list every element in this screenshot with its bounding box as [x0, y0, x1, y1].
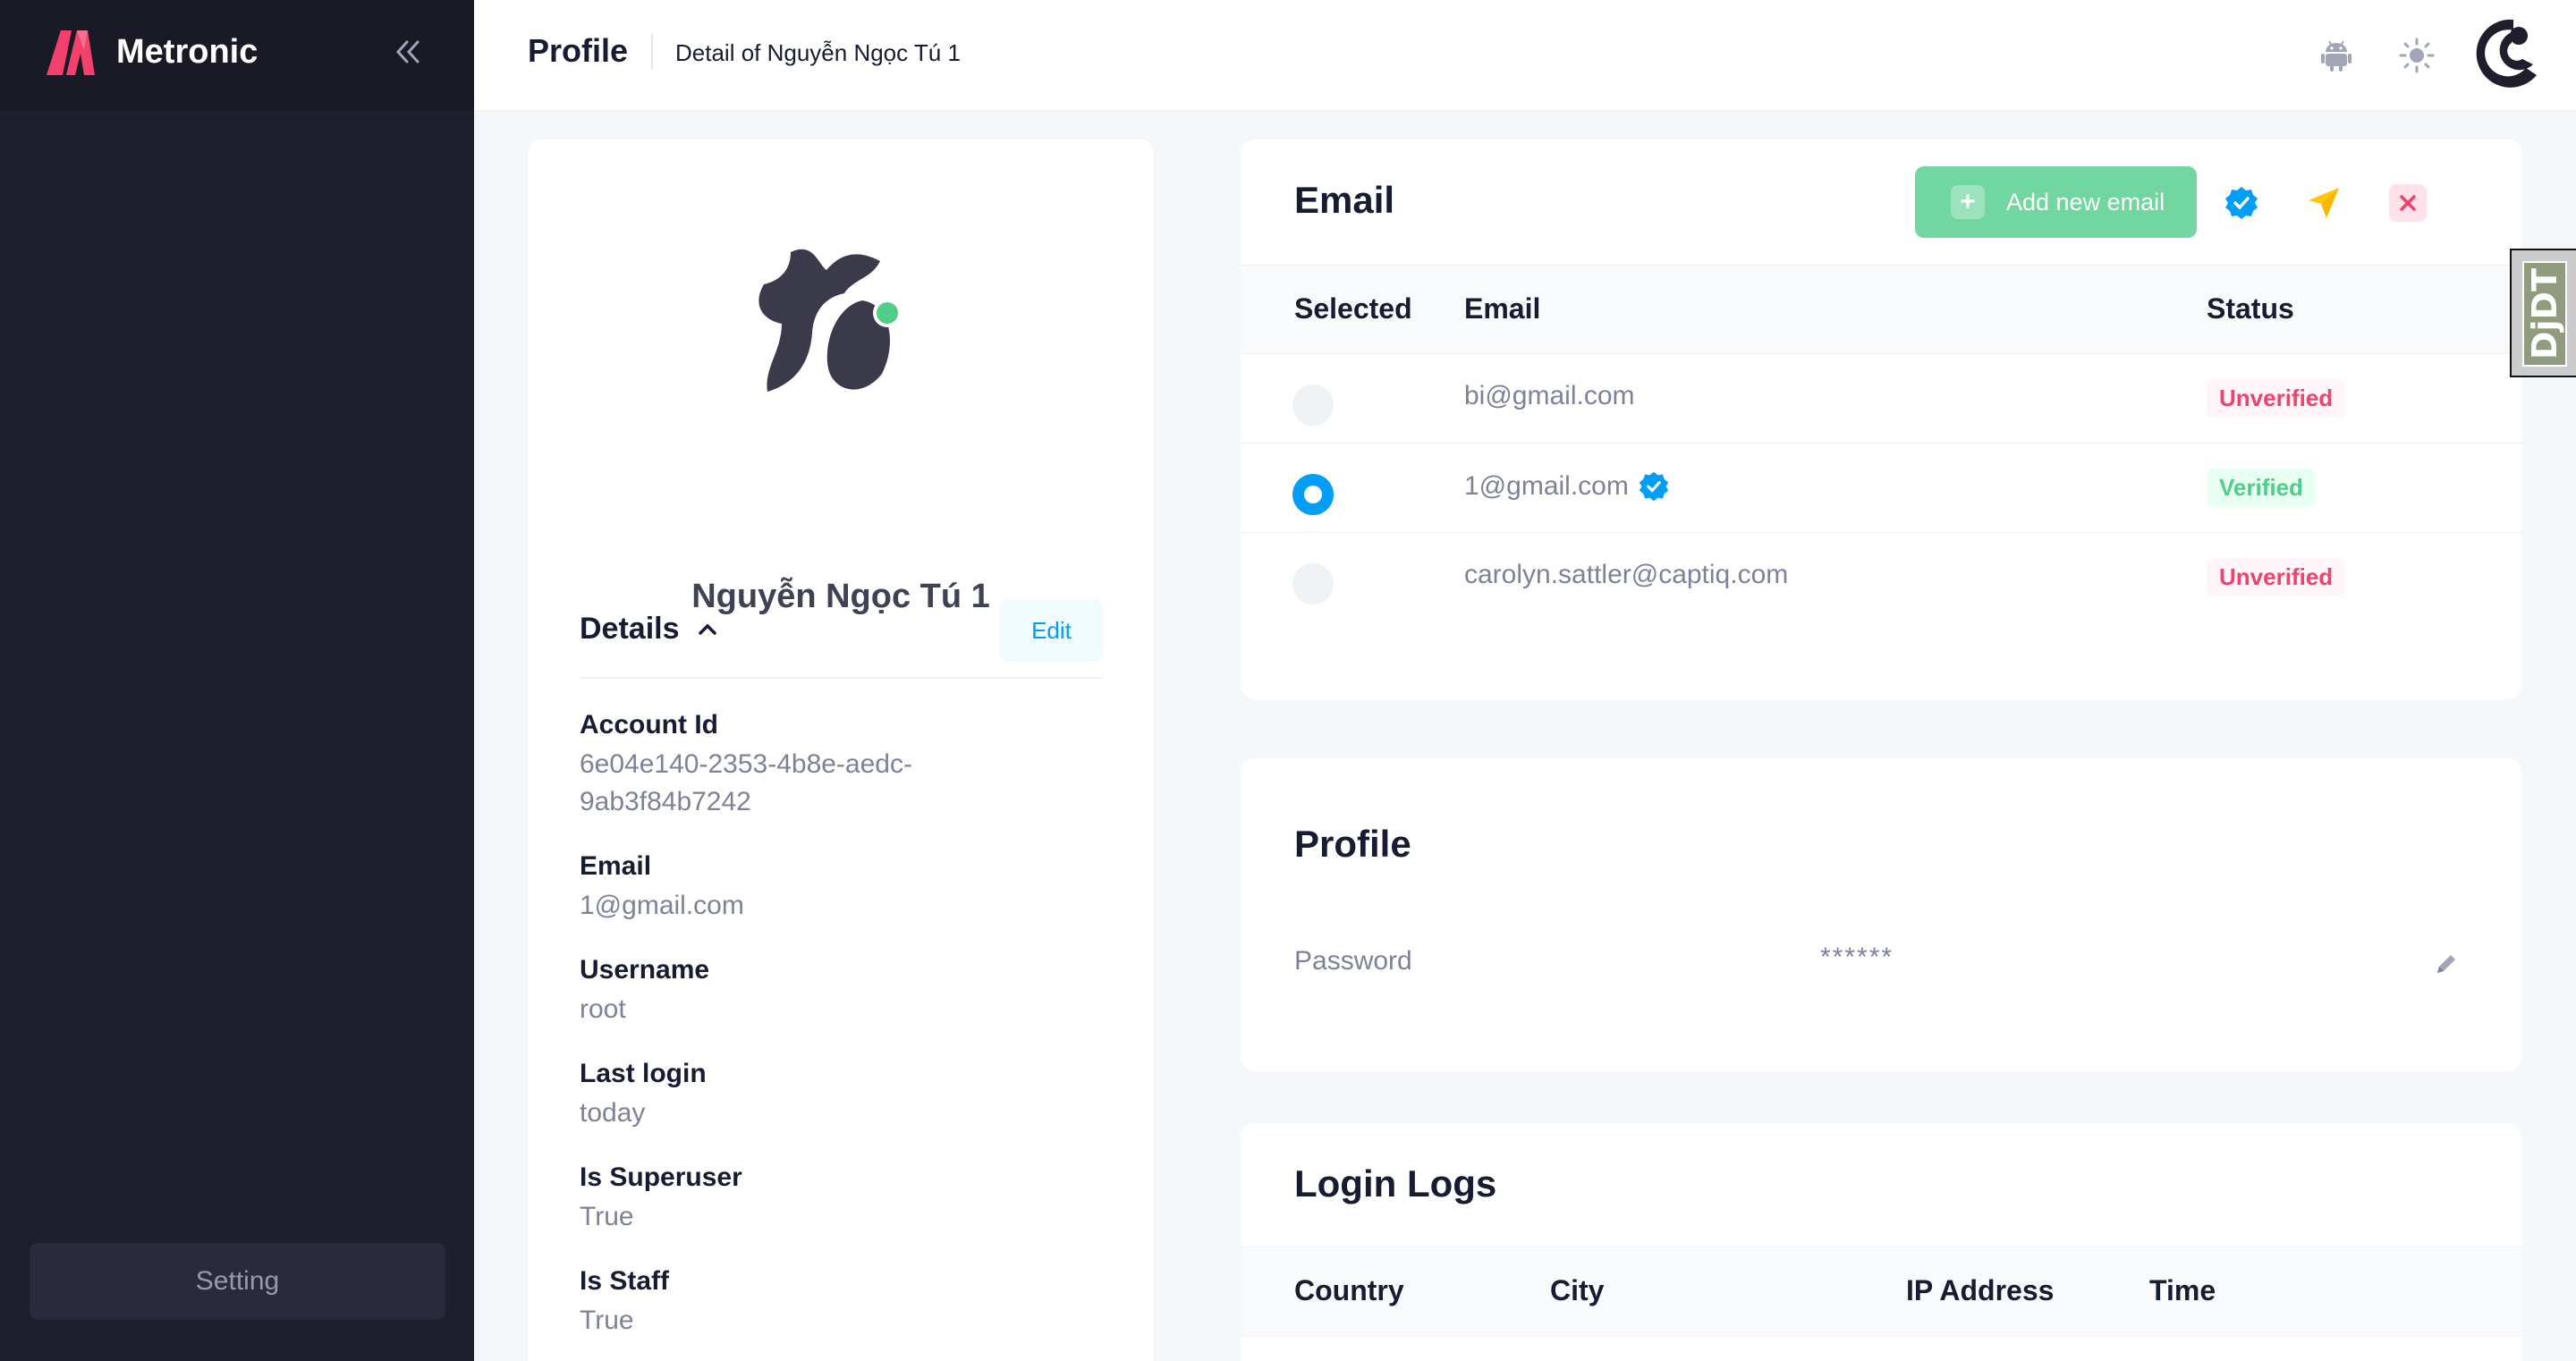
top-header: Profile Detail of Nguyễn Ngọc Tú 1: [474, 0, 2576, 111]
field-value-account-id: 6e04e140-2353-4b8e-aedc-9ab3f84b7242: [580, 749, 912, 816]
password-value: ******: [1820, 943, 1894, 972]
email-address: 1@gmail.com: [1464, 470, 1670, 503]
send-email-button[interactable]: [2305, 184, 2343, 222]
field-label-username: Username: [580, 955, 710, 985]
details-toggle[interactable]: Details: [580, 612, 719, 647]
field-value-last-login: today: [580, 1098, 646, 1128]
edit-password-button[interactable]: [2428, 946, 2464, 982]
column-header-country: Country: [1294, 1274, 1404, 1306]
profile-summary-card: Nguyễn Ngọc Tú 1 Details Edit Account Id…: [528, 139, 1154, 1361]
status-badge: Unverified: [2207, 379, 2346, 418]
field-label-is-superuser: Is Superuser: [580, 1162, 742, 1192]
edit-details-button[interactable]: Edit: [1000, 599, 1103, 662]
double-chevron-left-icon: [395, 40, 419, 63]
field-value-username: root: [580, 994, 626, 1024]
field-label-email: Email: [580, 851, 652, 881]
profile-avatar: [758, 249, 902, 392]
email-table-header: Selected Email Status: [1241, 265, 2521, 354]
email-address: carolyn.sattler@captiq.com: [1464, 560, 1788, 590]
verified-badge-icon: [1639, 471, 1669, 502]
email-address-text: 1@gmail.com: [1464, 471, 1629, 501]
email-address-text: carolyn.sattler@captiq.com: [1464, 560, 1789, 589]
login-logs-table-header: Country City IP Address Time: [1241, 1247, 2521, 1336]
delete-email-button[interactable]: [2389, 184, 2427, 222]
table-row: 1@gmail.com Verified: [1241, 444, 2521, 533]
column-header-status: Status: [2207, 292, 2294, 325]
field-value-email: 1@gmail.com: [580, 891, 744, 920]
sidebar: Metronic Setting: [0, 0, 474, 1361]
field-label-is-staff: Is Staff: [580, 1266, 670, 1296]
field-label-account-id: Account Id: [580, 710, 718, 740]
brand-name: Metronic: [116, 32, 258, 71]
sidebar-collapse-button[interactable]: [390, 34, 426, 70]
user-avatar[interactable]: [2460, 13, 2540, 93]
online-status-dot: [877, 302, 898, 324]
column-header-ip-address: IP Address: [1906, 1274, 2055, 1306]
debug-toolbar-handle[interactable]: DjDT: [2510, 249, 2576, 377]
details-divider: [580, 677, 1103, 679]
status-badge: Unverified: [2207, 558, 2346, 596]
email-card: Email + Add new email Selected Email Sta…: [1241, 139, 2521, 699]
select-email-radio[interactable]: [1292, 563, 1334, 604]
field-value-is-superuser: True: [580, 1202, 634, 1231]
select-email-radio[interactable]: [1292, 474, 1334, 515]
close-icon: [2400, 195, 2416, 211]
setting-button[interactable]: Setting: [30, 1243, 445, 1320]
column-header-email: Email: [1464, 292, 1541, 325]
verified-badge-icon: [2225, 187, 2258, 219]
brand-logo[interactable]: Metronic: [45, 27, 258, 77]
debug-toolbar-label: DjDT: [2525, 267, 2565, 360]
profile-settings-card: Profile Password ******: [1241, 758, 2521, 1071]
chevron-up-icon: [698, 623, 716, 635]
login-logs-title: Login Logs: [1294, 1162, 1497, 1205]
metronic-logo-icon: [47, 30, 95, 75]
password-label: Password: [1294, 946, 1412, 976]
pencil-icon: [2437, 955, 2455, 973]
send-icon: [2309, 188, 2339, 218]
field-value-is-staff: True: [580, 1306, 634, 1335]
email-address: bi@gmail.com: [1464, 381, 1635, 411]
android-icon: [2321, 40, 2351, 72]
select-email-radio[interactable]: [1292, 385, 1334, 426]
table-row: bi@gmail.com Unverified: [1241, 354, 2521, 444]
login-logs-card: Login Logs Country City IP Address Time: [1241, 1123, 2521, 1361]
field-label-last-login: Last login: [580, 1059, 707, 1088]
column-header-time: Time: [2149, 1274, 2216, 1306]
sidebar-header: Metronic: [0, 0, 474, 111]
column-header-selected: Selected: [1294, 292, 1412, 325]
add-new-email-button[interactable]: + Add new email: [1915, 166, 2197, 238]
android-button[interactable]: [2315, 34, 2358, 77]
column-header-city: City: [1550, 1274, 1605, 1306]
title-divider: [651, 34, 653, 70]
add-new-email-label: Add new email: [2006, 188, 2165, 216]
details-title: Details: [580, 612, 680, 646]
debug-toolbar-label-box: DjDT: [2522, 261, 2567, 367]
page-title: Profile: [528, 32, 629, 69]
email-card-title: Email: [1294, 179, 1395, 221]
status-badge: Verified: [2207, 469, 2316, 507]
table-row: carolyn.sattler@captiq.com Unverified: [1241, 533, 2521, 622]
page-subtitle: Detail of Nguyễn Ngọc Tú 1: [675, 39, 961, 66]
theme-toggle-button[interactable]: [2395, 34, 2438, 77]
plus-icon: +: [1951, 185, 1985, 219]
email-address-text: bi@gmail.com: [1464, 381, 1635, 410]
sun-icon: [2399, 38, 2435, 73]
verify-email-button[interactable]: [2223, 184, 2260, 222]
profile-card-title: Profile: [1294, 823, 1411, 865]
